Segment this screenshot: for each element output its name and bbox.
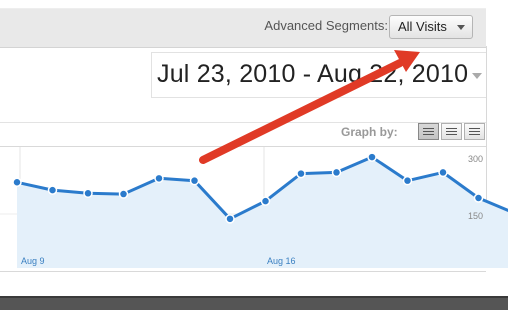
data-point[interactable] [118,189,129,199]
x-tick-label-aug-16: Aug 16 [267,256,296,266]
data-point[interactable] [154,173,164,184]
data-point[interactable] [225,214,235,224]
data-point[interactable] [473,193,484,203]
data-point[interactable] [402,175,413,186]
data-point[interactable] [296,168,306,179]
annotation-arrow [199,50,420,164]
data-point[interactable] [438,167,448,178]
y-tick-label-300: 300 [468,154,483,164]
data-point[interactable] [367,152,377,162]
x-tick-label-aug-9: Aug 9 [21,256,45,266]
data-point[interactable] [331,167,342,178]
data-point[interactable] [189,175,200,186]
visits-chart: 300 150 Aug 9 Aug 16 [0,50,508,268]
data-point[interactable] [260,196,271,206]
data-point[interactable] [12,177,22,188]
data-point[interactable] [83,188,93,199]
data-point[interactable] [47,185,58,195]
y-tick-label-150: 150 [468,211,483,221]
